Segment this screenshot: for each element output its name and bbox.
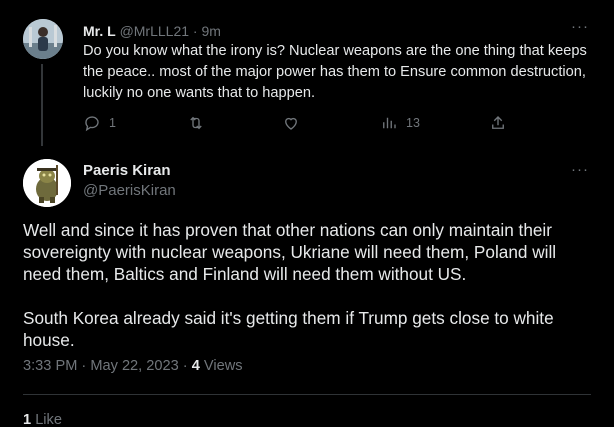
reply-count: 1 [109, 116, 116, 130]
more-icon[interactable]: ··· [571, 161, 589, 178]
likes-count: 1 [23, 412, 32, 427]
timestamp[interactable]: 9m [201, 23, 220, 39]
avatar[interactable] [23, 159, 71, 207]
views-label: Views [203, 358, 243, 374]
like-button[interactable] [282, 114, 300, 132]
tweet-paragraph: Well and since it has proven that other … [23, 220, 557, 284]
heart-icon [285, 117, 297, 130]
retweet-icon [190, 116, 202, 130]
more-icon[interactable]: ··· [571, 18, 589, 35]
share-icon [492, 116, 504, 129]
main-tweet: Paeris Kiran @PaerisKiran ··· Well and s… [0, 146, 614, 427]
reply-icon [85, 116, 99, 132]
avatar[interactable] [23, 19, 63, 59]
reply-actions: 1 13 [83, 114, 523, 134]
user-name[interactable]: Mr. L [83, 23, 116, 39]
thread-line [41, 64, 43, 146]
reply-tweet[interactable]: Mr. L @MrLLL21 · 9m ··· Do you know what… [0, 0, 614, 146]
views-count: 13 [406, 116, 420, 130]
retweet-button[interactable] [187, 114, 205, 132]
views-button[interactable]: 13 [380, 114, 420, 132]
tweet-meta: 3:33 PM · May 22, 2023 · 4 Views [23, 358, 243, 374]
reply-button[interactable]: 1 [83, 114, 116, 132]
reply-header: Mr. L @MrLLL21 · 9m [83, 22, 221, 40]
timestamp[interactable]: 3:33 PM · May 22, 2023 · [23, 358, 188, 374]
views-count: 4 [191, 358, 200, 374]
separator-dot: · [192, 23, 198, 39]
likes-link[interactable]: 1 Like [23, 412, 62, 427]
views-icon [383, 117, 396, 129]
reply-text: Do you know what the irony is? Nuclear w… [83, 43, 587, 101]
likes-label: Like [35, 412, 62, 427]
tweet-paragraph: South Korea already said it's getting th… [23, 308, 554, 350]
tweet-text: Well and since it has proven that other … [23, 219, 598, 373]
user-handle[interactable]: @MrLLL21 [120, 23, 189, 39]
user-name[interactable]: Paeris Kiran [83, 162, 171, 179]
user-handle[interactable]: @PaerisKiran [83, 182, 176, 199]
divider [23, 394, 591, 395]
share-button[interactable] [489, 114, 507, 132]
